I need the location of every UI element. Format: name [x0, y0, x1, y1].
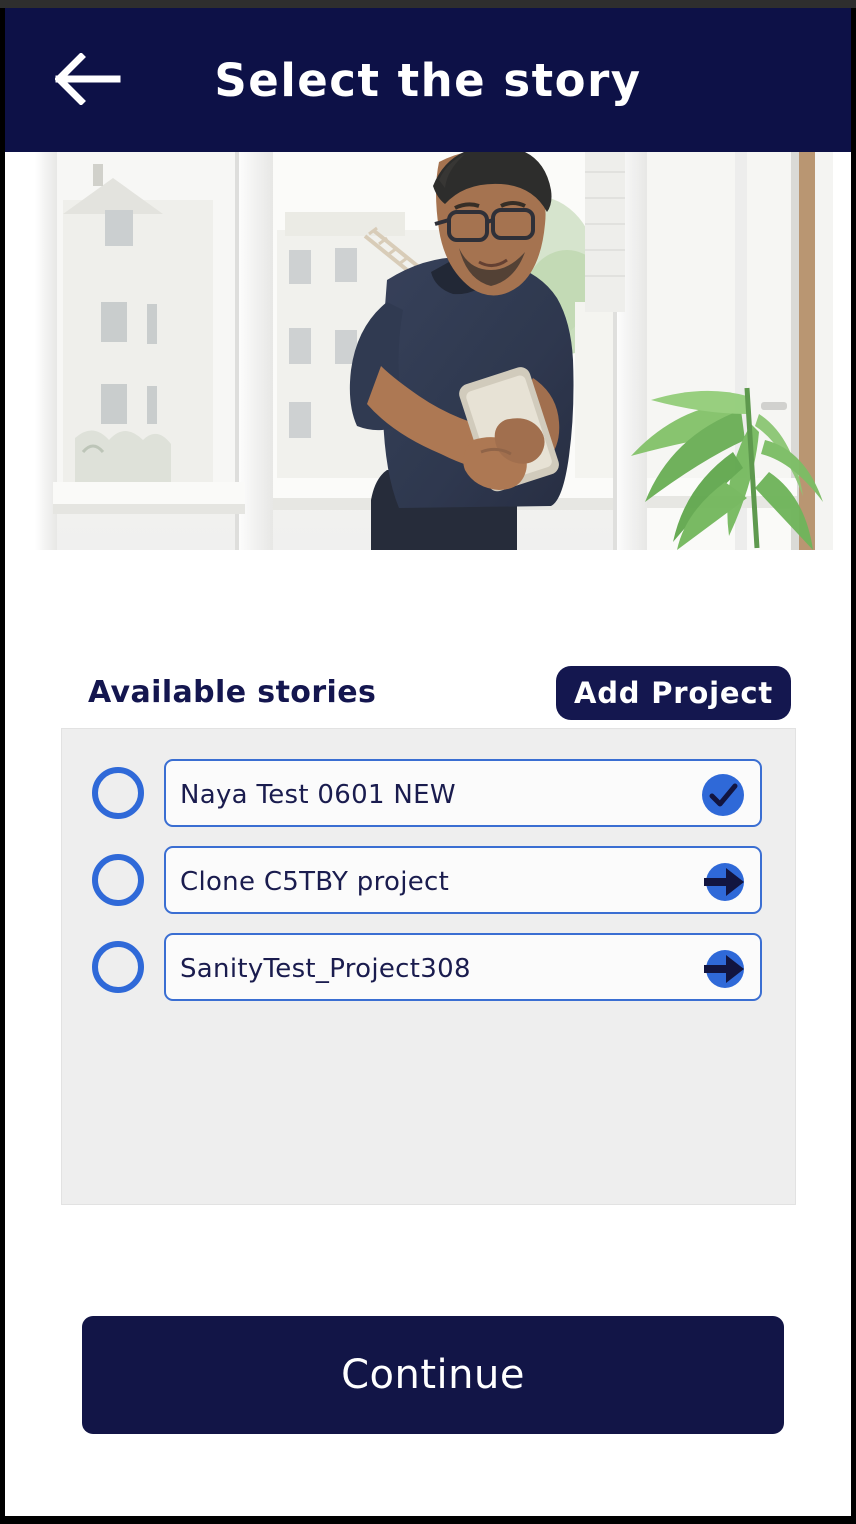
story-radio-0[interactable] [92, 767, 144, 819]
story-row[interactable]: Naya Test 0601 NEW [62, 759, 797, 827]
story-radio-1[interactable] [92, 854, 144, 906]
story-card-1[interactable]: Clone C5TBY project [164, 846, 762, 914]
story-row[interactable]: SanityTest_Project308 [62, 933, 797, 1001]
check-circle-icon[interactable] [700, 772, 746, 818]
available-stories-heading: Available stories [88, 674, 377, 710]
arrow-left-icon [55, 53, 121, 105]
story-card-0[interactable]: Naya Test 0601 NEW [164, 759, 762, 827]
story-card-2[interactable]: SanityTest_Project308 [164, 933, 762, 1001]
back-button[interactable] [45, 36, 131, 122]
app-bar: Select the story [5, 8, 851, 152]
hero-illustration [35, 152, 833, 550]
story-label-0: Naya Test 0601 NEW [180, 780, 456, 810]
status-bar-strip [0, 0, 856, 8]
arrow-right-circle-icon[interactable] [700, 946, 746, 992]
section-header: Available stories Add Project [5, 660, 851, 724]
story-row[interactable]: Clone C5TBY project [62, 846, 797, 914]
story-radio-2[interactable] [92, 941, 144, 993]
arrow-right-circle-icon[interactable] [700, 859, 746, 905]
device-frame: Select the story Available stories Add P… [0, 0, 856, 1524]
add-project-button[interactable]: Add Project [556, 666, 791, 720]
page-title: Select the story [214, 53, 642, 107]
continue-button[interactable]: Continue [82, 1316, 784, 1434]
stories-list-container: Naya Test 0601 NEW Clone C5TBY project S… [61, 728, 796, 1205]
app-screen: Select the story Available stories Add P… [5, 8, 851, 1516]
story-label-2: SanityTest_Project308 [180, 954, 471, 984]
story-label-1: Clone C5TBY project [180, 867, 450, 897]
hero-image [35, 152, 833, 550]
